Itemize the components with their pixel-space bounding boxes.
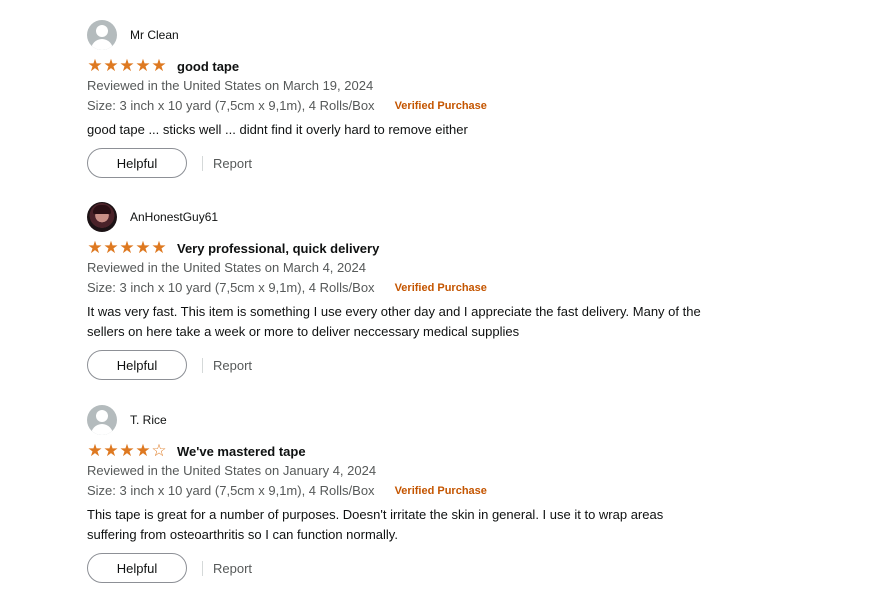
rating-row: ★ ★ ★ ★ ★ Very professional, quick deliv…: [87, 238, 877, 258]
default-avatar-icon: [87, 405, 117, 435]
variant-row: Size: 3 inch x 10 yard (7,5cm x 9,1m), 4…: [87, 96, 877, 116]
star-icon: ★: [151, 238, 167, 257]
review-date: Reviewed in the United States on January…: [87, 463, 377, 478]
review-title[interactable]: good tape: [177, 59, 239, 74]
reviewer-profile[interactable]: Mr Clean: [87, 20, 877, 50]
review-card: AnHonestGuy61 ★ ★ ★ ★ ★ Very professiona…: [87, 202, 877, 380]
star-icon: ★: [103, 441, 119, 460]
reviews-list: Mr Clean ★ ★ ★ ★ ★ good tape Reviewed in…: [0, 0, 894, 598]
variant-row: Size: 3 inch x 10 yard (7,5cm x 9,1m), 4…: [87, 278, 877, 298]
helpful-button[interactable]: Helpful: [87, 148, 187, 178]
review-body-line: sellers on here take a week or more to d…: [87, 324, 520, 339]
review-body-line: This tape is great for a number of purpo…: [87, 507, 664, 522]
review-body: This tape is great for a number of purpo…: [87, 505, 877, 545]
star-icon: ★: [119, 238, 135, 257]
star-icon: ★: [135, 441, 151, 460]
reviewer-name[interactable]: AnHonestGuy61: [130, 210, 218, 224]
review-card: Mr Clean ★ ★ ★ ★ ★ good tape Reviewed in…: [87, 20, 877, 178]
review-date: Reviewed in the United States on March 4…: [87, 260, 366, 275]
verified-purchase-badge: Verified Purchase: [394, 100, 487, 112]
action-divider: [202, 357, 203, 373]
verified-purchase-badge: Verified Purchase: [394, 485, 487, 497]
reviewer-name[interactable]: T. Rice: [130, 413, 167, 427]
review-card: T. Rice ★ ★ ★ ★ ☆ We've mastered tape Re…: [87, 405, 877, 583]
star-icon: ★: [87, 238, 103, 257]
review-title[interactable]: Very professional, quick delivery: [177, 241, 379, 256]
star-icon: ★: [87, 56, 103, 75]
star-icon: ★: [135, 56, 151, 75]
default-avatar-icon: [87, 20, 117, 50]
profile-photo-avatar: [87, 202, 117, 232]
star-icon: ★: [103, 56, 119, 75]
review-body-line: good tape ... sticks well ... didnt find…: [87, 122, 468, 137]
reviewer-name[interactable]: Mr Clean: [130, 28, 179, 42]
helpful-button[interactable]: Helpful: [87, 350, 187, 380]
empty-star-icon: ☆: [151, 441, 167, 460]
star-rating[interactable]: ★ ★ ★ ★ ★: [87, 57, 167, 75]
rating-row: ★ ★ ★ ★ ★ good tape: [87, 56, 877, 76]
review-body-line: It was very fast. This item is something…: [87, 304, 701, 319]
star-icon: ★: [119, 56, 135, 75]
action-divider: [202, 155, 203, 171]
variant-row: Size: 3 inch x 10 yard (7,5cm x 9,1m), 4…: [87, 481, 877, 501]
reviewer-profile[interactable]: AnHonestGuy61: [87, 202, 877, 232]
star-rating[interactable]: ★ ★ ★ ★ ☆: [87, 442, 167, 460]
verified-purchase-badge: Verified Purchase: [394, 282, 487, 294]
variant-size[interactable]: Size: 3 inch x 10 yard (7,5cm x 9,1m), 4…: [87, 278, 375, 298]
review-body-line: suffering from osteoarthritis so I can f…: [87, 527, 398, 542]
rating-row: ★ ★ ★ ★ ☆ We've mastered tape: [87, 441, 877, 461]
review-body: good tape ... sticks well ... didnt find…: [87, 120, 877, 140]
reviewer-profile[interactable]: T. Rice: [87, 405, 877, 435]
review-actions: Helpful Report: [87, 350, 877, 380]
variant-size[interactable]: Size: 3 inch x 10 yard (7,5cm x 9,1m), 4…: [87, 481, 375, 501]
star-rating[interactable]: ★ ★ ★ ★ ★: [87, 239, 167, 257]
report-link[interactable]: Report: [213, 156, 252, 171]
star-icon: ★: [103, 238, 119, 257]
report-link[interactable]: Report: [213, 561, 252, 576]
helpful-button[interactable]: Helpful: [87, 553, 187, 583]
action-divider: [202, 560, 203, 576]
variant-size[interactable]: Size: 3 inch x 10 yard (7,5cm x 9,1m), 4…: [87, 96, 375, 116]
review-actions: Helpful Report: [87, 553, 877, 583]
star-icon: ★: [87, 441, 103, 460]
review-body: It was very fast. This item is something…: [87, 302, 877, 342]
report-link[interactable]: Report: [213, 358, 252, 373]
review-title[interactable]: We've mastered tape: [177, 444, 306, 459]
review-date: Reviewed in the United States on March 1…: [87, 78, 374, 93]
star-icon: ★: [119, 441, 135, 460]
star-icon: ★: [135, 238, 151, 257]
review-actions: Helpful Report: [87, 148, 877, 178]
star-icon: ★: [151, 56, 167, 75]
